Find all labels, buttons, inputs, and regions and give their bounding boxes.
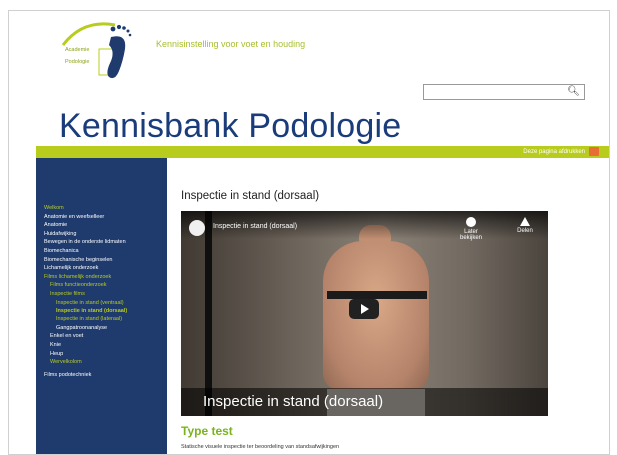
sidebar-item[interactable]: Anatomie en weefselleer: [44, 213, 162, 222]
video-pole: [205, 211, 212, 416]
print-icon[interactable]: [589, 147, 599, 156]
sidebar-item[interactable]: Welkom: [44, 204, 162, 213]
watch-later-label: Later bekijken: [459, 229, 482, 241]
site-title[interactable]: Kennisbank Podologie: [59, 107, 401, 146]
play-button[interactable]: [349, 299, 379, 319]
sidebar-item[interactable]: Heup: [44, 350, 162, 359]
sidebar-nav: Welkom Anatomie en weefselleer Anatomie Hui…: [36, 158, 167, 454]
logo-text-podologie: Podologie: [65, 59, 90, 65]
sidebar-item[interactable]: Lichamelijk onderzoek: [44, 264, 162, 273]
video-top-title[interactable]: Inspectie in stand (dorsaal): [213, 223, 297, 230]
site-tagline: Kennisinstelling voor voet en houding: [156, 39, 306, 49]
watch-later-button[interactable]: Later bekijken: [457, 217, 485, 241]
page-title: Inspectie in stand (dorsaal): [181, 190, 320, 202]
type-test-heading: Type test: [181, 424, 233, 438]
video-caption-bar: Inspectie in stand (dorsaal): [181, 388, 548, 416]
top-green-bar: Deze pagina afdrukken: [36, 146, 609, 158]
sidebar-item[interactable]: Films lichamelijk onderzoek: [44, 273, 162, 282]
sidebar-item[interactable]: Inspectie films: [44, 290, 162, 299]
type-test-description: Statische visuele inspectie ter beoordel…: [181, 444, 340, 450]
search-input[interactable]: 🔍︎: [423, 84, 585, 100]
sidebar-item[interactable]: Inspectie in stand (ventraal): [44, 299, 162, 308]
sidebar-item[interactable]: Biomechanische beginselen: [44, 256, 162, 265]
share-icon: [520, 217, 530, 226]
main-content: Inspectie in stand (dorsaal) Inspectie i…: [179, 158, 609, 454]
sidebar-item[interactable]: Films functieonderzoek: [44, 281, 162, 290]
footprint-logo-icon: [61, 22, 132, 79]
sidebar-item[interactable]: Wervelkolom: [44, 358, 162, 367]
sidebar-item[interactable]: Films podotechniek: [44, 371, 162, 380]
sidebar-menu: Welkom Anatomie en weefselleer Anatomie Hui…: [44, 204, 162, 379]
sidebar-item[interactable]: Knie: [44, 341, 162, 350]
browser-page: Academie Podologie Kennisinstelling voor…: [8, 10, 610, 455]
sidebar-item[interactable]: Inspectie in stand (dorsaal): [44, 307, 162, 315]
sidebar-item[interactable]: Anatomie: [44, 221, 162, 230]
sidebar-item[interactable]: Enkel en voet: [44, 332, 162, 341]
sidebar-item[interactable]: Gangpatroonanalyse: [44, 324, 162, 333]
sidebar-item[interactable]: Huidafwijking: [44, 230, 162, 239]
channel-avatar[interactable]: [189, 220, 205, 236]
share-label: Delen: [517, 228, 533, 234]
logo-text-academie: Academie: [65, 47, 90, 53]
video-player[interactable]: Inspectie in stand (dorsaal) Later bekij…: [181, 211, 548, 416]
sidebar-item[interactable]: Biomechanica: [44, 247, 162, 256]
sidebar-item[interactable]: Bewegen in de onderste lidmaten: [44, 238, 162, 247]
share-button[interactable]: Delen: [511, 217, 539, 234]
academie-podologie-logo[interactable]: Academie Podologie: [49, 15, 139, 83]
search-icon[interactable]: 🔍︎: [567, 86, 580, 98]
clock-icon: [466, 217, 476, 227]
print-page-link[interactable]: Deze pagina afdrukken: [523, 147, 585, 157]
sidebar-item[interactable]: Inspectie in stand (lateraal): [44, 315, 162, 324]
video-caption: Inspectie in stand (dorsaal): [203, 393, 384, 410]
video-person-strap: [327, 291, 427, 299]
